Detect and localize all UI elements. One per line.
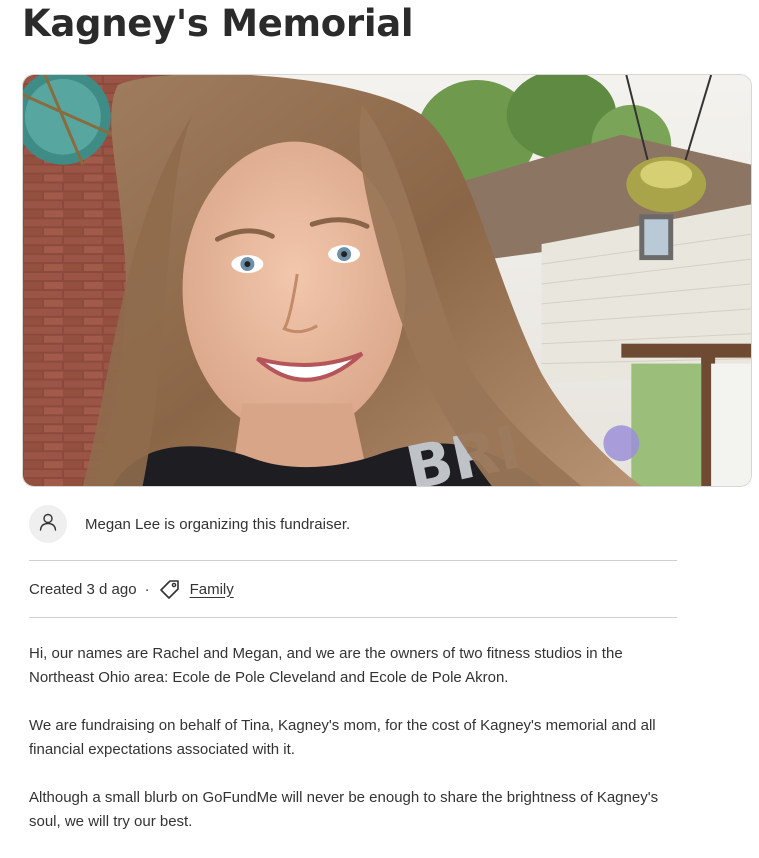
tag-icon <box>158 577 182 601</box>
avatar[interactable] <box>29 505 67 543</box>
page-title: Kagney's Memorial <box>22 2 414 45</box>
organizer-row: Megan Lee is organizing this fundraiser. <box>29 504 350 544</box>
story-paragraph: Hi, our names are Rachel and Megan, and … <box>29 645 623 686</box>
story-body: Hi, our names are Rachel and Megan, and … <box>29 642 689 858</box>
organizer-text: Megan Lee is organizing this fundraiser. <box>85 515 351 533</box>
divider <box>29 617 677 618</box>
fundraiser-meta: Created 3 d ago · Family <box>29 576 234 602</box>
hero-photo: BRI <box>22 74 752 487</box>
category-link-family[interactable]: Family <box>190 581 234 598</box>
created-date: Created 3 d ago <box>29 580 137 598</box>
person-icon <box>38 512 58 537</box>
story-paragraph: We are fundraising on behalf of Tina, Ka… <box>29 717 656 758</box>
separator-dot: · <box>144 580 150 598</box>
story-paragraph: Although a small blurb on GoFundMe will … <box>29 789 659 830</box>
divider <box>29 560 677 561</box>
